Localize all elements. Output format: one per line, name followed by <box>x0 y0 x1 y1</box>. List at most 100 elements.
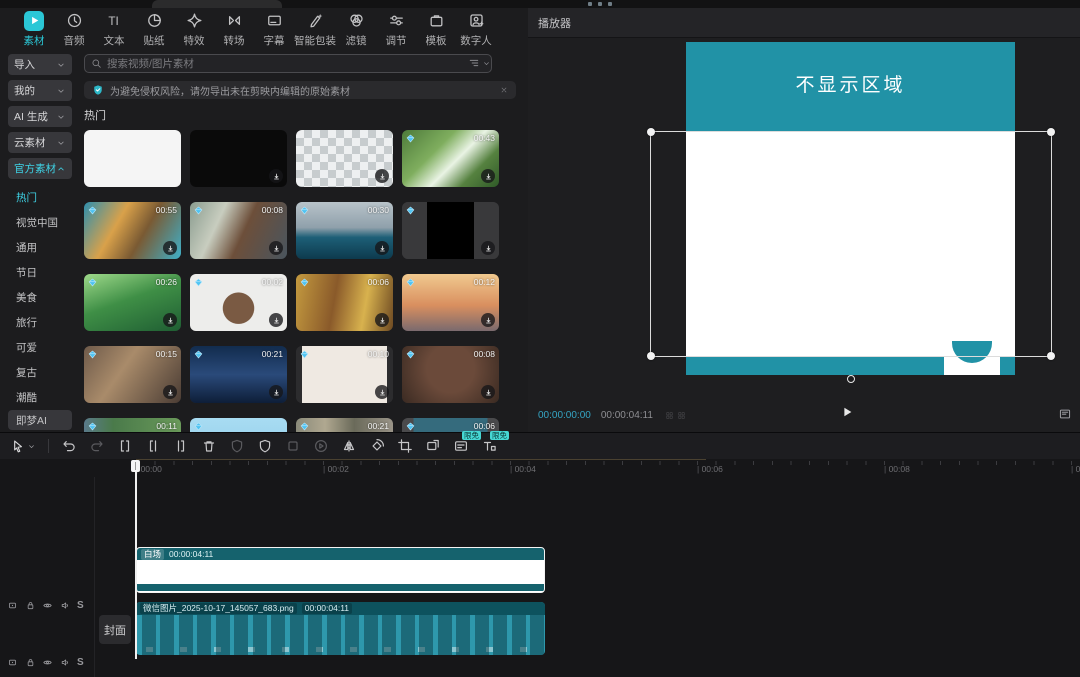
project-tab[interactable] <box>152 0 282 8</box>
media-thumbnail[interactable]: 00:55 <box>84 202 181 259</box>
trim-left-button[interactable] <box>145 438 161 454</box>
media-thumbnail[interactable]: 00:02 <box>190 274 287 331</box>
download-icon[interactable] <box>163 241 177 255</box>
download-icon[interactable] <box>269 385 283 399</box>
close-icon[interactable] <box>500 86 508 94</box>
sidebar-subcategory-trendy[interactable]: 潮酷 <box>0 385 80 410</box>
sidebar-subcategory-cute[interactable]: 可爱 <box>0 335 80 360</box>
selection-handle-tr[interactable] <box>1047 128 1055 136</box>
media-thumbnail[interactable]: 00:21 <box>296 418 393 432</box>
media-thumbnail[interactable]: 00:06 <box>296 274 393 331</box>
nav-item-audio[interactable]: 音频 <box>54 11 94 48</box>
media-thumbnail[interactable] <box>190 130 287 187</box>
sidebar-subcategory-retro[interactable]: 复古 <box>0 360 80 385</box>
media-thumbnail[interactable]: 00:08 <box>190 202 287 259</box>
download-icon[interactable] <box>481 169 495 183</box>
track-target-icon[interactable] <box>7 657 18 668</box>
selection-handle-br[interactable] <box>1047 352 1055 360</box>
media-thumbnail[interactable]: 00:26 <box>84 274 181 331</box>
frame-button[interactable] <box>285 438 301 454</box>
nav-item-digital-human[interactable]: 数字人 <box>456 11 496 48</box>
canvas-ratio-icon[interactable] <box>1058 407 1072 421</box>
media-thumbnail[interactable]: 00:08 <box>402 346 499 403</box>
mask-button[interactable] <box>257 438 273 454</box>
eye-icon[interactable] <box>42 600 53 611</box>
sidebar-subcategory-hot[interactable]: 热门 <box>0 185 80 210</box>
download-icon[interactable] <box>375 169 389 183</box>
lock-icon[interactable] <box>25 600 36 611</box>
play-button[interactable] <box>840 405 854 419</box>
nav-item-materials[interactable]: 素材 <box>14 11 54 48</box>
trim-right-button[interactable] <box>173 438 189 454</box>
filter-button[interactable] <box>468 57 491 69</box>
media-thumbnail[interactable]: 00:43 <box>402 130 499 187</box>
cover-button[interactable]: 封面 <box>99 615 131 644</box>
selection-handle-bl[interactable] <box>647 352 655 360</box>
download-icon[interactable] <box>375 241 389 255</box>
sidebar-category-mine[interactable]: 我的 <box>8 80 72 101</box>
search-input[interactable] <box>107 58 485 70</box>
sidebar-subcategory-dream-ai[interactable]: 即梦AI <box>8 410 72 430</box>
download-icon[interactable] <box>481 241 495 255</box>
nav-item-smart-pack[interactable]: 智能包装 <box>294 11 336 48</box>
download-icon[interactable] <box>163 313 177 327</box>
media-thumbnail[interactable] <box>84 130 181 187</box>
sidebar-subcategory-general[interactable]: 通用 <box>0 235 80 260</box>
sidebar-category-import[interactable]: 导入 <box>8 54 72 75</box>
nav-item-transitions[interactable]: 转场 <box>214 11 254 48</box>
media-thumbnail[interactable] <box>296 130 393 187</box>
selection-handle-tl[interactable] <box>647 128 655 136</box>
nav-item-adjust[interactable]: 调节 <box>376 11 416 48</box>
nav-item-effects[interactable]: 特效 <box>174 11 214 48</box>
download-icon[interactable] <box>269 169 283 183</box>
nav-item-templates[interactable]: 模板 <box>416 11 456 48</box>
split-button[interactable] <box>117 438 133 454</box>
replace-button[interactable] <box>425 438 441 454</box>
sidebar-subcategory-food[interactable]: 美食 <box>0 285 80 310</box>
media-thumbnail[interactable]: 00:10 <box>296 346 393 403</box>
media-thumbnail[interactable]: 00:15 <box>84 346 181 403</box>
sidebar-subcategory-travel[interactable]: 旅行 <box>0 310 80 335</box>
delete-button[interactable] <box>201 438 217 454</box>
download-icon[interactable] <box>269 241 283 255</box>
media-thumbnail[interactable] <box>402 202 499 259</box>
sidebar-category-cloud-material[interactable]: 云素材 <box>8 132 72 153</box>
media-thumbnail[interactable]: 00:21 <box>190 346 287 403</box>
smart-captions-button[interactable]: 限免 <box>453 438 469 454</box>
nav-item-text[interactable]: 文本 <box>94 11 134 48</box>
mirror-button[interactable] <box>341 438 357 454</box>
playhead-handle[interactable] <box>131 460 140 472</box>
redo-button[interactable] <box>89 438 105 454</box>
timeline-ruler[interactable]: 00:0000:0200:0400:0600:0800:10 <box>136 460 1080 477</box>
solo-button[interactable]: S <box>77 600 84 611</box>
media-thumbnail[interactable]: 00:11 <box>84 418 181 432</box>
freeze-button[interactable] <box>229 438 245 454</box>
selection-box[interactable] <box>650 131 1052 357</box>
sidebar-subcategory-festival[interactable]: 节日 <box>0 260 80 285</box>
download-icon[interactable] <box>481 385 495 399</box>
text-template-button[interactable]: 限免 <box>481 438 497 454</box>
speaker-icon[interactable] <box>60 600 71 611</box>
speaker-icon[interactable] <box>60 657 71 668</box>
nav-item-stickers[interactable]: 贴纸 <box>134 11 174 48</box>
sidebar-subcategory-visual-china[interactable]: 视觉中国 <box>0 210 80 235</box>
media-thumbnail[interactable] <box>190 418 287 432</box>
rotate-button[interactable] <box>369 438 385 454</box>
nav-item-filters[interactable]: 滤镜 <box>336 11 376 48</box>
undo-button[interactable] <box>61 438 77 454</box>
eye-icon[interactable] <box>42 657 53 668</box>
select-tool[interactable] <box>10 439 36 454</box>
crop-button[interactable] <box>397 438 413 454</box>
media-thumbnail[interactable]: 00:06 <box>402 418 499 432</box>
download-icon[interactable] <box>269 313 283 327</box>
download-icon[interactable] <box>481 313 495 327</box>
image-clip[interactable]: 微信图片_2025-10-17_145057_683.png 00:00:04:… <box>136 602 545 655</box>
media-thumbnail[interactable]: 00:30 <box>296 202 393 259</box>
download-icon[interactable] <box>375 385 389 399</box>
download-icon[interactable] <box>375 313 389 327</box>
track-target-icon[interactable] <box>7 600 18 611</box>
white-color-clip[interactable]: 白场 00:00:04:11 <box>136 547 545 593</box>
lock-icon[interactable] <box>25 657 36 668</box>
download-icon[interactable] <box>163 385 177 399</box>
sidebar-category-official-material[interactable]: 官方素材 <box>8 158 72 179</box>
